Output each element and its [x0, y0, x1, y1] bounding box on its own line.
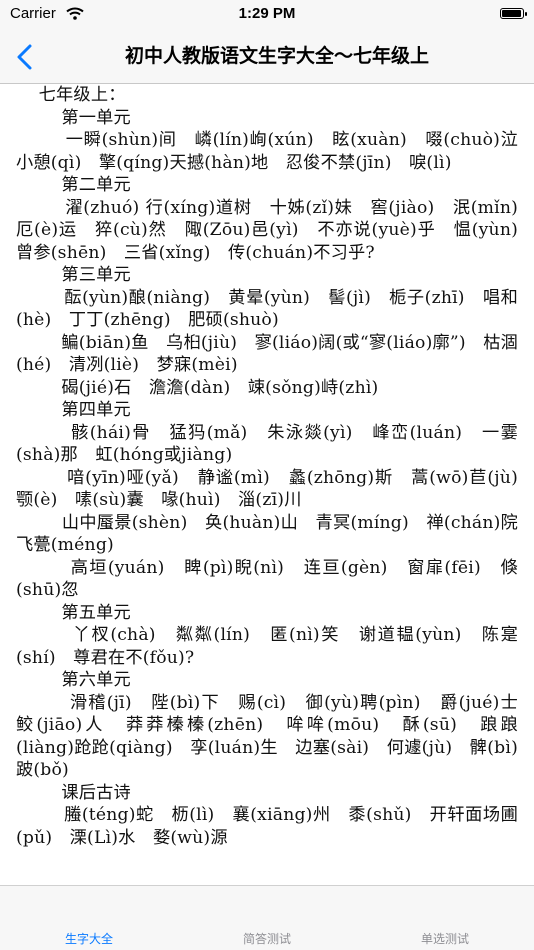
back-button[interactable] — [8, 40, 42, 74]
content-scroll-view[interactable]: 七年级上： 第一单元 一瞬(shùn)间 嶙(lín)峋(xún) 眩(xuàn… — [0, 84, 534, 866]
tab-character-list[interactable]: 生字大全 — [0, 930, 178, 947]
navigation-bar: 初中人教版语文生字大全～七年级上 — [0, 30, 534, 84]
tab-bar: 生字大全 简答测试 单选测试 — [0, 885, 534, 950]
tab-short-answer-test[interactable]: 简答测试 — [178, 930, 356, 947]
page-title: 初中人教版语文生字大全～七年级上 — [124, 45, 429, 67]
character-list-text: 七年级上： 第一单元 一瞬(shùn)间 嶙(lín)峋(xún) 眩(xuàn… — [16, 85, 519, 848]
status-time: 1:29 PM — [238, 5, 296, 22]
status-bar: Carrier 1:29 PM — [0, 0, 534, 30]
tab-multiple-choice-test[interactable]: 单选测试 — [356, 930, 534, 947]
chevron-left-icon — [17, 44, 32, 70]
battery-icon — [500, 8, 527, 19]
